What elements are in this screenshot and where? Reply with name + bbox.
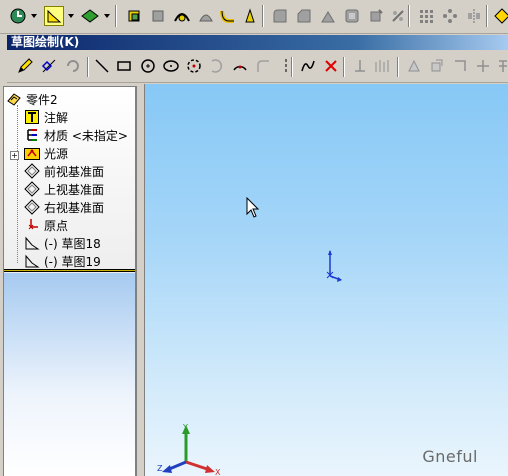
chamfer-icon <box>294 6 314 26</box>
loft-icon[interactable] <box>240 6 260 26</box>
main-toolbar <box>0 0 508 34</box>
tree-item-label: 上视基准面 <box>44 182 105 197</box>
mouse-cursor-icon <box>246 197 260 218</box>
tree-item-origin[interactable]: 原点 <box>24 216 68 234</box>
tree-item-annotations[interactable]: 注解 <box>24 108 68 126</box>
convert-entities-icon <box>405 57 423 75</box>
toolbar-separator <box>408 5 410 27</box>
rib-icon <box>318 6 338 26</box>
mirror-icon <box>464 6 484 26</box>
spline-icon[interactable] <box>299 57 317 75</box>
toolbar-separator <box>343 57 345 77</box>
annotation-icon <box>24 109 40 125</box>
triad-x-label: X <box>215 468 221 476</box>
tree-item-label: 光源 <box>44 146 69 161</box>
sketch-dropdown-icon[interactable] <box>68 14 74 18</box>
reference-triad-icon: Y X Z <box>157 423 221 476</box>
tree-root-label: 零件2 <box>26 92 58 107</box>
rebuild-sketch-icon <box>64 57 82 75</box>
shell-icon <box>342 6 362 26</box>
plane-icon <box>24 163 40 179</box>
cut-revolve-icon <box>196 6 216 26</box>
material-icon <box>24 127 40 143</box>
sketch-mirror-icon <box>494 57 508 75</box>
reference-geometry-icon[interactable] <box>492 6 508 26</box>
split-icon <box>474 57 492 75</box>
tangent-arc-icon[interactable] <box>208 57 226 75</box>
revolve-icon[interactable] <box>172 6 192 26</box>
features-dropdown-icon[interactable] <box>104 14 110 18</box>
toolbar-separator <box>397 57 399 77</box>
graphics-area[interactable]: Y X Z Gneful <box>144 84 508 476</box>
offset-entities-icon <box>374 57 392 75</box>
sketch-icon <box>24 235 40 251</box>
toolbar-separator <box>87 57 89 77</box>
draft-icon <box>366 6 386 26</box>
tree-item-front-plane[interactable]: 前视基准面 <box>24 162 104 180</box>
tree-item-sketch19[interactable]: (-) 草图19 <box>24 252 101 270</box>
sketch-pencil-icon[interactable] <box>16 57 34 75</box>
smart-dimension-icon[interactable] <box>40 57 58 75</box>
circular-pattern-icon <box>440 6 460 26</box>
tree-connector <box>17 105 18 263</box>
plane-icon <box>24 181 40 197</box>
expand-lights-icon[interactable]: + <box>10 151 19 160</box>
line-icon[interactable] <box>93 57 111 75</box>
watermark: Gneful <box>422 447 478 466</box>
point-icon[interactable] <box>322 57 340 75</box>
tree-item-label: 注解 <box>44 110 69 125</box>
toolbar-separator <box>115 5 117 27</box>
sketch-icon <box>24 253 40 269</box>
toolbar-separator <box>486 5 488 27</box>
sketch-toolbar-title: 草图绘制(K) <box>7 35 508 50</box>
ellipse-icon[interactable] <box>162 57 180 75</box>
sketch-icon[interactable] <box>44 6 64 26</box>
triad-z-label: Z <box>157 464 163 473</box>
toolbar-separator <box>262 5 264 27</box>
extrude-icon[interactable] <box>124 6 144 26</box>
sketch-fillet-icon <box>254 57 272 75</box>
feature-manager-tree: 零件2 注解 材质 <未指定> + 光源 前视基准面 上视基准面 右视基准面 原… <box>3 86 137 476</box>
hole-wizard-icon <box>388 6 408 26</box>
circle-icon[interactable] <box>139 57 157 75</box>
sweep-icon[interactable] <box>218 6 238 26</box>
cut-extrude-icon <box>148 6 168 26</box>
add-relation-icon <box>351 57 369 75</box>
three-point-arc-icon[interactable] <box>231 57 249 75</box>
tree-item-label: 右视基准面 <box>44 200 105 215</box>
tree-item-label: 材质 <未指定> <box>44 128 128 143</box>
linear-pattern-icon <box>416 6 436 26</box>
part-icon <box>6 91 22 107</box>
rebuild-dropdown-icon[interactable] <box>31 14 37 18</box>
centerpoint-arc-icon[interactable] <box>185 57 203 75</box>
sketch-origin-icon <box>326 250 342 282</box>
fillet-icon <box>270 6 290 26</box>
rollback-bar[interactable] <box>4 269 135 272</box>
rectangle-icon[interactable] <box>115 57 133 75</box>
features-icon[interactable] <box>80 6 100 26</box>
tree-item-lights[interactable]: 光源 <box>24 144 68 162</box>
tree-item-label: (-) 草图19 <box>44 254 101 269</box>
rebuild-icon[interactable] <box>8 6 28 26</box>
tree-item-top-plane[interactable]: 上视基准面 <box>24 180 104 198</box>
tree-item-label: (-) 草图18 <box>44 236 101 251</box>
tree-item-sketch18[interactable]: (-) 草图18 <box>24 234 101 252</box>
tree-root[interactable]: 零件2 <box>6 90 58 108</box>
lights-icon <box>24 145 40 161</box>
tree-empty-area <box>4 273 135 476</box>
triad-y-label: Y <box>182 423 188 432</box>
extend-icon <box>451 57 469 75</box>
sketch-toolbar <box>7 50 508 83</box>
tree-item-material[interactable]: 材质 <未指定> <box>24 126 128 144</box>
trim-icon <box>428 57 446 75</box>
plane-icon <box>24 199 40 215</box>
tree-item-label: 前视基准面 <box>44 164 105 179</box>
tree-item-right-plane[interactable]: 右视基准面 <box>24 198 104 216</box>
tree-item-label: 原点 <box>44 218 69 233</box>
toolbar-separator <box>291 57 293 77</box>
origin-icon <box>24 217 40 233</box>
